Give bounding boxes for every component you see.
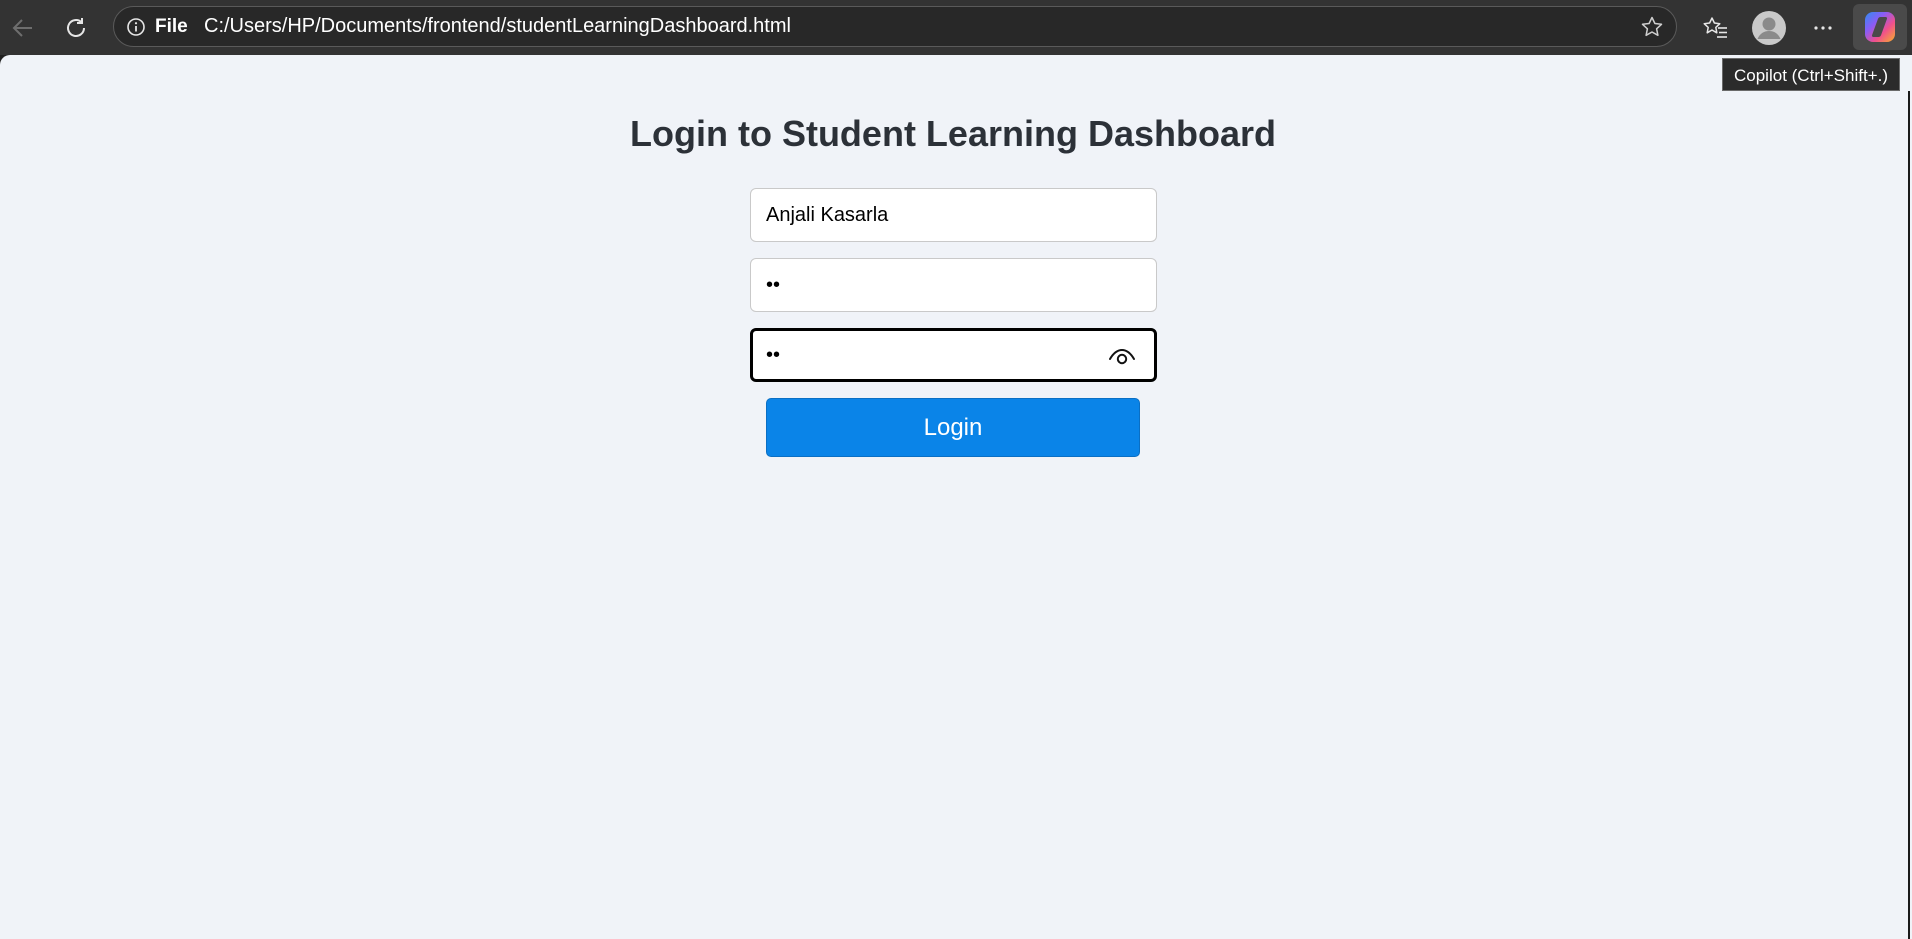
add-favorite-button[interactable]	[1640, 15, 1664, 39]
refresh-button[interactable]	[56, 8, 96, 48]
favorite-star-icon	[1641, 16, 1663, 37]
address-url[interactable]: C:/Users/HP/Documents/frontend/studentLe…	[204, 7, 791, 46]
show-password-eye-icon[interactable]	[1108, 344, 1136, 368]
window-edge-divider	[1908, 91, 1910, 939]
more-button[interactable]	[1803, 8, 1843, 48]
browser-toolbar: File C:/Users/HP/Documents/frontend/stud…	[0, 0, 1912, 55]
username-field[interactable]	[750, 188, 1157, 242]
profile-button[interactable]	[1749, 8, 1789, 48]
address-bar[interactable]: File C:/Users/HP/Documents/frontend/stud…	[113, 6, 1677, 47]
login-button[interactable]: Login	[766, 398, 1140, 457]
info-icon	[127, 18, 145, 36]
back-icon	[12, 19, 32, 37]
page-title: Login to Student Learning Dashboard	[630, 113, 1276, 154]
confirm-password-field[interactable]	[750, 328, 1157, 382]
site-info-button[interactable]	[126, 17, 146, 37]
back-button[interactable]	[3, 8, 43, 48]
address-scheme-label: File	[155, 16, 188, 37]
password-input[interactable]	[751, 259, 1156, 311]
username-input[interactable]	[751, 189, 1156, 241]
favorites-button[interactable]	[1695, 8, 1735, 48]
more-icon	[1814, 26, 1832, 30]
refresh-icon	[67, 18, 85, 37]
favorites-icon	[1703, 17, 1727, 38]
profile-icon	[1752, 11, 1786, 45]
copilot-tooltip: Copilot (Ctrl+Shift+.)	[1722, 58, 1900, 91]
password-field[interactable]	[750, 258, 1157, 312]
copilot-icon	[1865, 12, 1895, 42]
copilot-button[interactable]	[1853, 4, 1907, 50]
confirm-password-input[interactable]	[753, 331, 1154, 379]
